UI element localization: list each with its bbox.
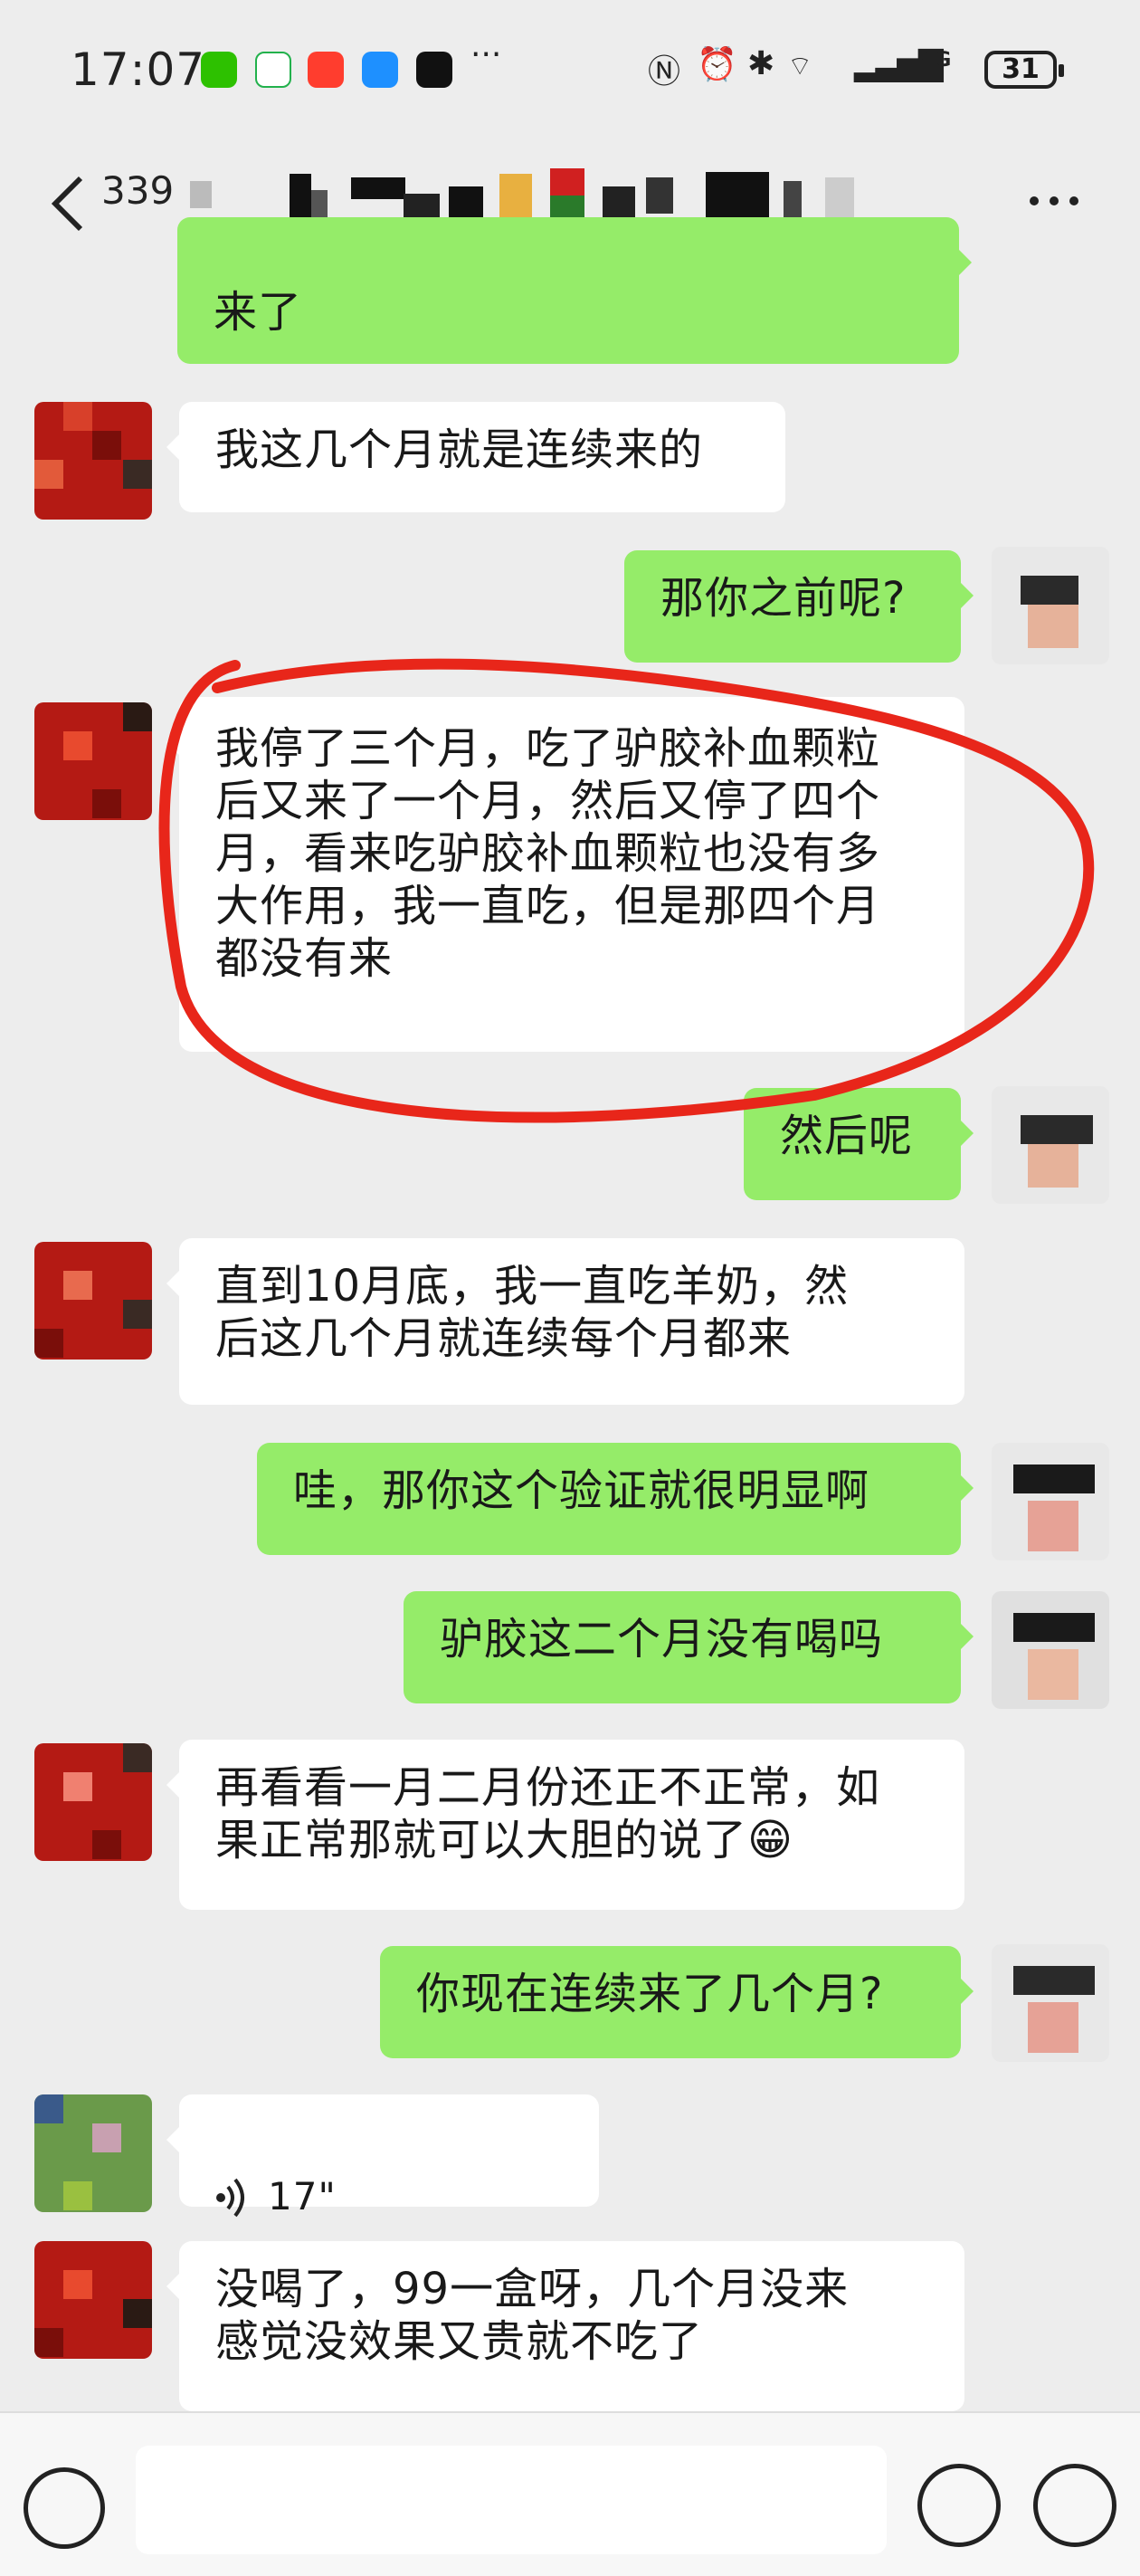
avatar[interactable] — [34, 2241, 152, 2359]
message-bubble[interactable]: 我这几个月就是连续来的 — [166, 402, 785, 512]
voice-input-button[interactable] — [24, 2467, 105, 2549]
voice-wave-icon — [216, 2178, 244, 2218]
avatar[interactable] — [34, 1242, 152, 1360]
message-top-partial — [177, 253, 959, 290]
tiktok-icon — [416, 52, 452, 88]
voice-message-bubble[interactable]: 17" — [166, 2094, 599, 2218]
message-bubble[interactable]: 再看看一月二月份还正不正常，如 果正常那就可以大胆的说了😁 — [166, 1740, 964, 1910]
more-status-icon: ··· — [470, 36, 502, 73]
more-button[interactable] — [1033, 2464, 1116, 2547]
wechat-icon — [201, 52, 237, 88]
more-options-button[interactable] — [1030, 192, 1089, 209]
message-input[interactable] — [136, 2446, 887, 2554]
message-bubble[interactable]: 哇，那你这个验证就很明显啊 — [257, 1443, 974, 1555]
message-bubble[interactable]: 我停了三个月，吃了驴胶补血颗粒 后又来了一个月，然后又停了四个 月，看来吃驴胶补… — [166, 697, 964, 1052]
avatar[interactable] — [34, 402, 152, 520]
status-bar: 17:07 ··· Ⓝ ⏰ ✱ ⌔ ▂▃▅▇ 4G 31 — [0, 0, 1140, 145]
network-type: 4G — [921, 49, 952, 72]
nfc-icon: Ⓝ — [648, 53, 681, 91]
avatar[interactable] — [992, 1591, 1109, 1709]
avatar[interactable] — [992, 1086, 1109, 1204]
message-icon — [362, 52, 398, 88]
taobao-icon — [308, 52, 344, 88]
message-bubble[interactable]: 那你之前呢? — [624, 550, 974, 663]
message-bubble[interactable]: 驴胶这二个月没有喝吗 — [404, 1591, 974, 1703]
alarm-icon: ⏰ — [697, 46, 737, 83]
status-time: 17:07 — [71, 43, 206, 96]
avatar[interactable] — [992, 1944, 1109, 2062]
bluetooth-icon: ✱ — [747, 45, 775, 82]
message-bubble[interactable]: 然后呢 — [744, 1088, 974, 1200]
chat-icon — [255, 52, 291, 88]
avatar[interactable] — [992, 1443, 1109, 1560]
avatar[interactable] — [34, 2094, 152, 2212]
wifi-icon: ⌔ — [787, 51, 813, 82]
input-bar — [0, 2411, 1140, 2576]
avatar[interactable] — [34, 702, 152, 820]
avatar[interactable] — [992, 547, 1109, 664]
message-bubble[interactable]: 没喝了，99一盒呀，几个月没来 感觉没效果又贵就不吃了 — [166, 2241, 964, 2411]
chat-title: 339 — [101, 168, 175, 213]
message-bubble[interactable]: 直到10月底，我一直吃羊奶，然 后这几个月就连续每个月都来 — [166, 1238, 964, 1405]
voice-duration: 17" — [268, 2174, 337, 2218]
emoji-button[interactable] — [917, 2464, 1001, 2547]
battery-indicator: 31 — [984, 51, 1064, 89]
avatar[interactable] — [34, 1743, 152, 1861]
message-bubble[interactable]: 你现在连续来了几个月? — [380, 1946, 974, 2058]
back-icon[interactable] — [36, 172, 100, 235]
message-bubble[interactable]: 来了 — [177, 217, 972, 364]
